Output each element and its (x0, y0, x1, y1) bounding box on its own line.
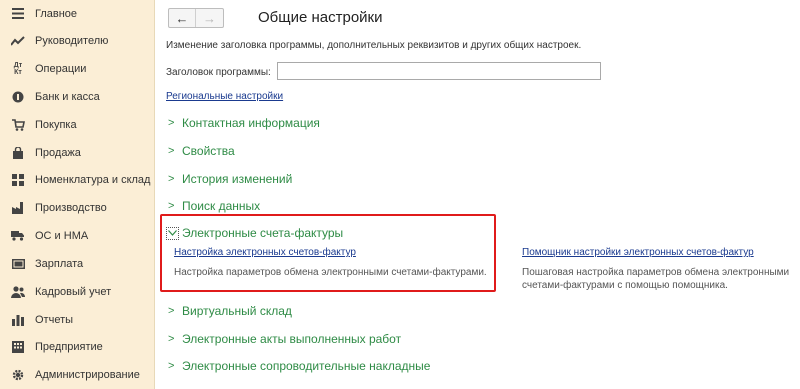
program-title-label: Заголовок программы: (166, 67, 271, 78)
sidebar-item-label: Зарплата (35, 257, 84, 270)
invoice-wizard-link[interactable]: Помощник настройки электронных счетов-фа… (522, 247, 754, 258)
people-icon (10, 285, 26, 298)
sidebar-item-label: Кадровый учет (35, 285, 112, 298)
sidebar-item-salary[interactable]: Зарплата (0, 250, 155, 277)
debit-credit-icon: Дт Кт (13, 61, 23, 76)
regional-settings-link[interactable]: Региональные настройки (166, 91, 283, 102)
coin-icon (10, 91, 26, 103)
back-button[interactable]: ← (169, 9, 196, 27)
group-label: История изменений (182, 172, 293, 186)
group-contact-info[interactable]: > Контактная информация (168, 116, 320, 130)
sidebar-item-nomenclature[interactable]: Номенклатура и склад (0, 166, 155, 193)
chevron-right-icon: > (168, 360, 175, 372)
navigation-buttons: ← → (168, 8, 224, 28)
sidebar-item-administration[interactable]: Администрирование (0, 361, 155, 388)
sidebar-item-label: Банк и касса (35, 90, 100, 103)
group-label: Поиск данных (182, 199, 261, 213)
building-icon (10, 340, 26, 353)
group-label: Виртуальный склад (182, 304, 292, 318)
sidebar-item-label: Администрирование (35, 368, 140, 381)
page-description: Изменение заголовка программы, дополните… (166, 40, 582, 51)
group-label: Электронные акты выполненных работ (182, 332, 402, 346)
bag-icon (10, 146, 26, 159)
chevron-down-icon (166, 226, 179, 240)
bar-chart-icon (10, 314, 26, 326)
sidebar-item-label: Операции (35, 62, 87, 75)
forward-button[interactable]: → (196, 9, 223, 27)
sidebar-item-label: Покупка (35, 118, 77, 131)
sidebar-item-label: Руководителю (35, 34, 109, 47)
chevron-right-icon: > (168, 200, 175, 212)
group-electronic-acts[interactable]: > Электронные акты выполненных работ (168, 332, 401, 346)
sidebar-item-sales[interactable]: Продажа (0, 139, 155, 166)
group-label: Контактная информация (182, 116, 320, 130)
group-label: Электронные счета-фактуры (182, 226, 344, 240)
menu-icon (10, 8, 26, 19)
page-title: Общие настройки (258, 9, 383, 26)
invoice-settings-description: Настройка параметров обмена электронными… (174, 267, 487, 278)
grid-icon (10, 173, 26, 186)
money-icon (10, 258, 26, 269)
group-electronic-waybills[interactable]: > Электронные сопроводительные накладные (168, 359, 430, 373)
sidebar-item-purchase[interactable]: Покупка (0, 111, 155, 138)
chevron-right-icon: > (168, 333, 175, 345)
chevron-right-icon: > (168, 173, 175, 185)
invoice-wizard-description: Пошаговая настройка параметров обмена эл… (522, 266, 797, 292)
sidebar-item-enterprise[interactable]: Предприятие (0, 333, 155, 360)
cart-icon (10, 118, 26, 131)
group-label: Электронные сопроводительные накладные (182, 359, 431, 373)
sidebar-item-label: Производство (35, 201, 107, 214)
sidebar-item-label: Главное (35, 7, 78, 20)
sidebar-item-production[interactable]: Производство (0, 194, 155, 221)
group-properties[interactable]: > Свойства (168, 144, 235, 158)
sidebar-item-label: ОС и НМА (35, 229, 89, 242)
invoice-settings-link[interactable]: Настройка электронных счетов-фактур (174, 247, 356, 258)
group-change-history[interactable]: > История изменений (168, 172, 292, 186)
chevron-right-icon: > (168, 117, 175, 129)
sidebar-item-label: Отчеты (35, 313, 74, 326)
invoice-wizard-description-line2: счетами-фактурами с помощью помощника. (522, 280, 728, 291)
sidebar-item-fixed-assets[interactable]: ОС и НМА (0, 222, 155, 249)
sidebar-item-bank[interactable]: Банк и касса (0, 83, 155, 110)
invoice-wizard-description-line1: Пошаговая настройка параметров обмена эл… (522, 267, 790, 278)
gear-icon (10, 369, 26, 381)
chevron-right-icon: > (168, 305, 175, 317)
sidebar-item-hr[interactable]: Кадровый учет (0, 278, 155, 305)
sidebar-item-operations[interactable]: Дт Кт Операции (0, 55, 155, 82)
trend-icon (10, 35, 26, 46)
chevron-right-icon: > (168, 145, 175, 157)
truck-icon (10, 230, 26, 241)
group-label: Свойства (182, 144, 235, 158)
sidebar-item-label: Номенклатура и склад (35, 173, 151, 186)
group-data-search[interactable]: > Поиск данных (168, 199, 260, 213)
program-title-input[interactable] (277, 62, 601, 80)
sidebar-item-main[interactable]: Главное (0, 0, 155, 27)
sidebar-item-reports[interactable]: Отчеты (0, 306, 155, 333)
sidebar-item-manager[interactable]: Руководителю (0, 27, 155, 54)
group-virtual-warehouse[interactable]: > Виртуальный склад (168, 304, 292, 318)
group-electronic-invoices[interactable]: Электронные счета-фактуры (166, 226, 343, 240)
factory-icon (10, 201, 26, 214)
main-content: ← → Общие настройки Изменение заголовка … (156, 0, 800, 389)
sidebar-item-label: Продажа (35, 146, 81, 159)
sidebar: Главное Руководителю Дт Кт Операции Банк … (0, 0, 155, 389)
sidebar-item-label: Предприятие (35, 340, 103, 353)
